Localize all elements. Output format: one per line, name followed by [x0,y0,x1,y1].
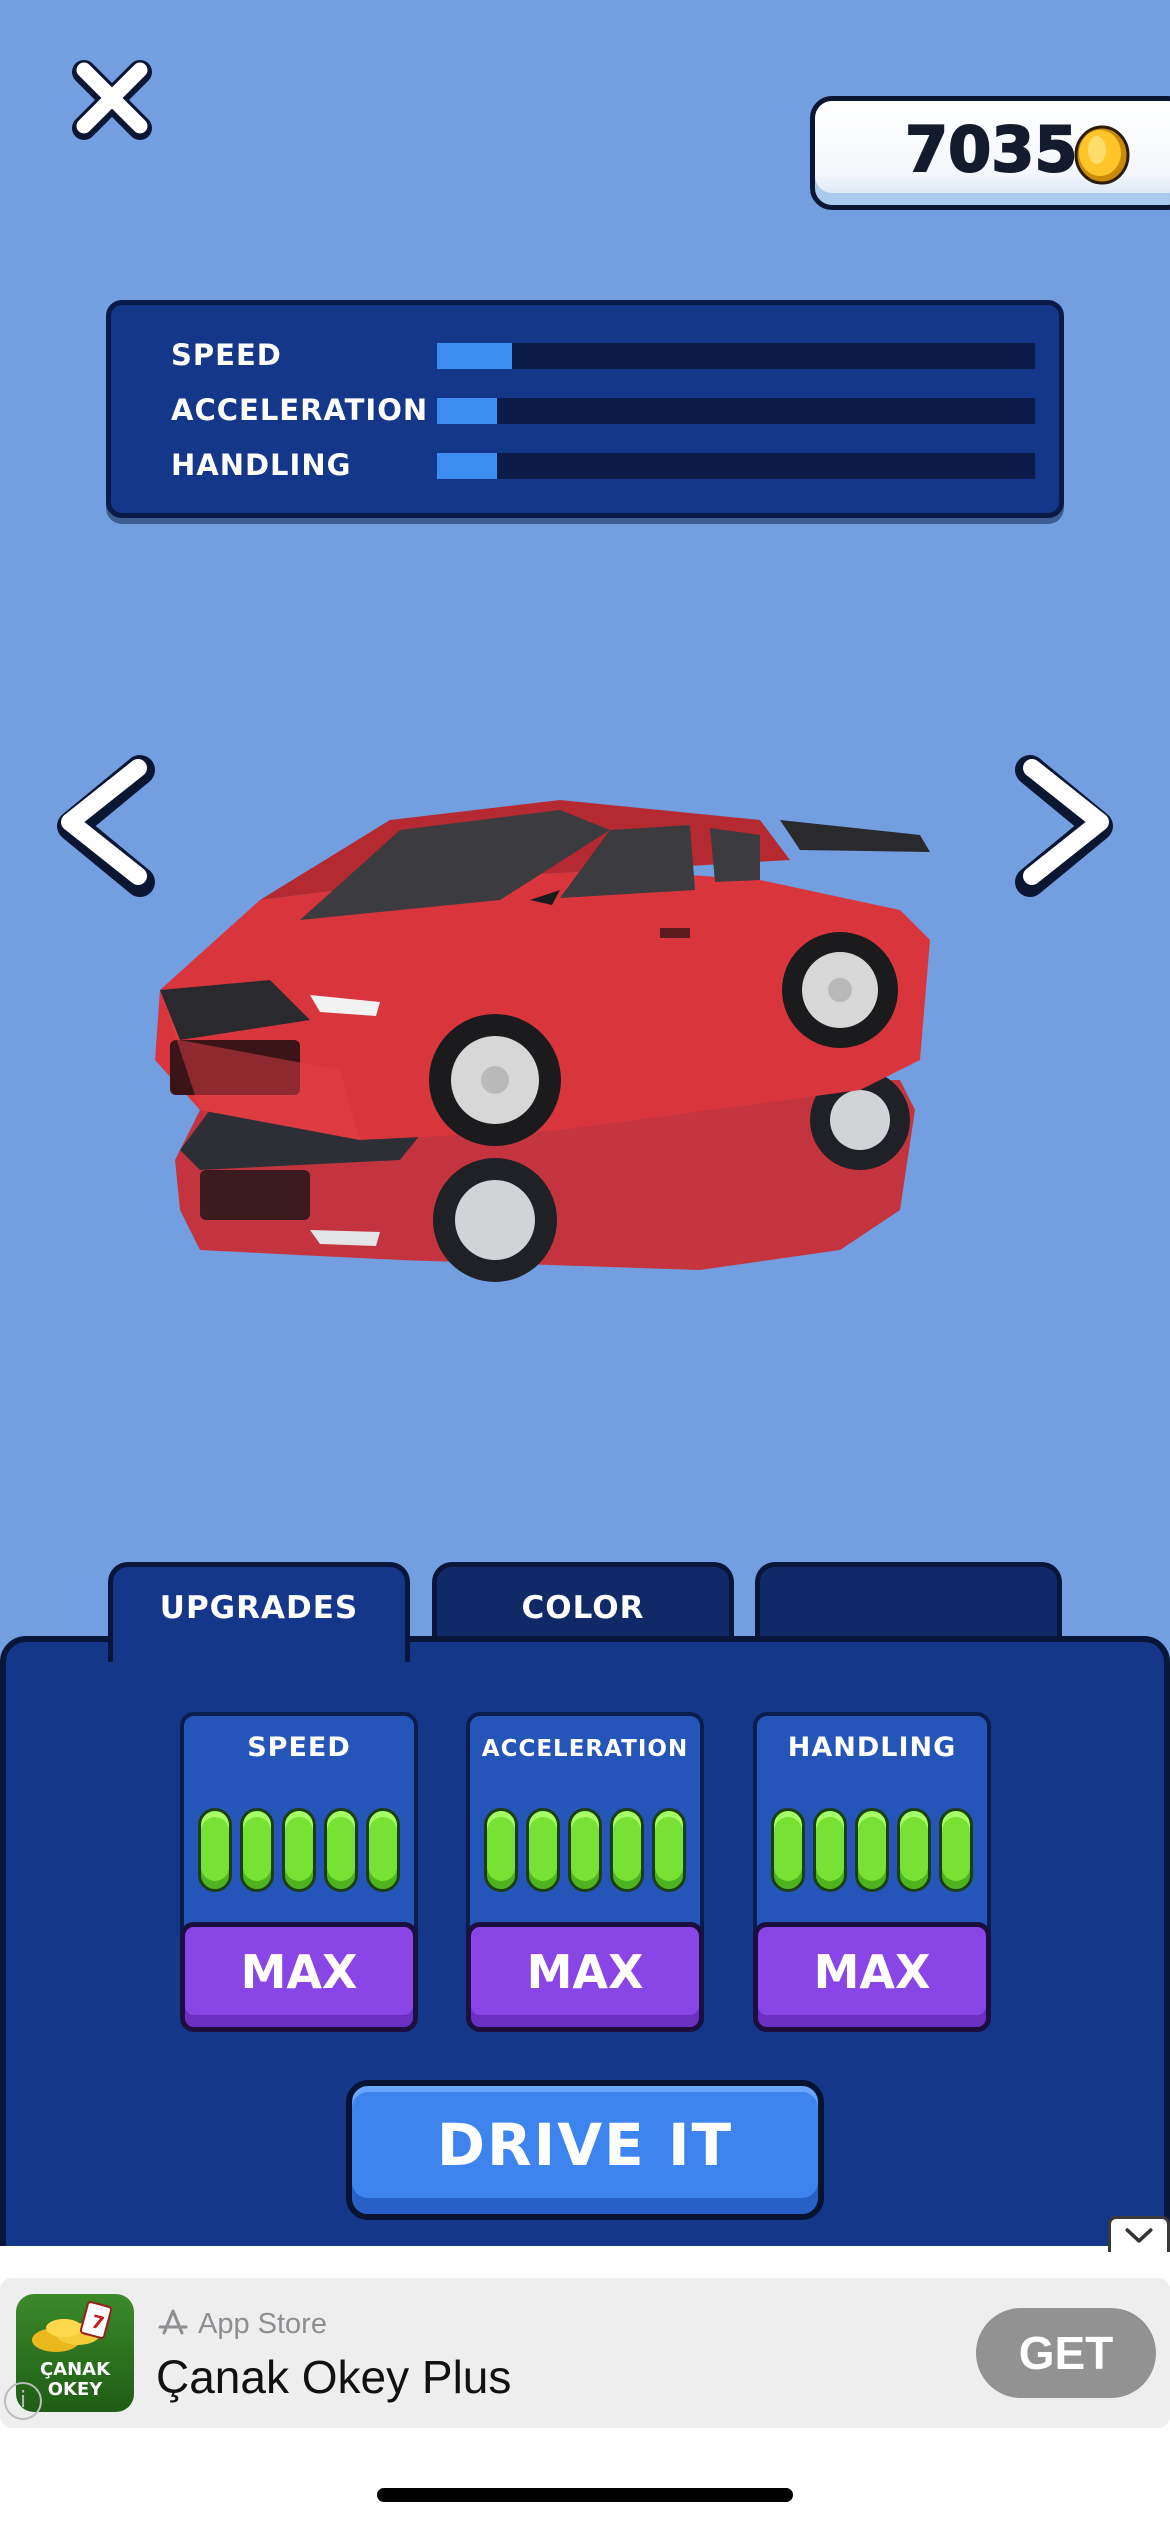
max-button-acceleration[interactable]: MAX [466,1922,704,2032]
get-button[interactable]: GET [976,2308,1156,2398]
ad-info-icon[interactable]: i [4,2382,42,2420]
stat-bar-fill [437,453,497,479]
ad-banner[interactable]: 7 ÇANAK OKEY App Store Çanak Okey Plus G… [0,2278,1170,2428]
level-pip [939,1808,973,1892]
stat-row-speed: SPEED [171,335,1035,375]
level-pip [240,1808,274,1892]
home-indicator[interactable] [377,2488,793,2502]
ad-title: Çanak Okey Plus [156,2351,512,2403]
chevron-right-icon[interactable] [1010,750,1120,900]
stat-bar-fill [437,343,512,369]
stat-label: HANDLING [171,448,352,482]
stat-bar-track [437,398,1035,424]
level-pip [652,1808,686,1892]
upgrade-level-pips [484,1808,694,1892]
level-pip [897,1808,931,1892]
tab-upgrades[interactable]: UPGRADES [108,1562,410,1662]
level-pip [855,1808,889,1892]
coin-pile-icon: 7 [32,2301,113,2352]
car-body [155,800,930,1146]
level-pip [568,1808,602,1892]
chevron-down-icon[interactable] [1108,2216,1170,2252]
stat-row-acceleration: ACCELERATION [171,390,1035,430]
car-stats-panel: SPEED ACCELERATION HANDLING [106,300,1064,518]
upgrade-level-pips [771,1808,981,1892]
level-pip [198,1808,232,1892]
ad-store-row: App Store [156,2306,327,2342]
level-pip [526,1808,560,1892]
card-header: ACCELERATION [466,1712,704,1934]
stat-label: SPEED [171,338,282,372]
level-pip [610,1808,644,1892]
level-pip [282,1808,316,1892]
stat-row-handling: HANDLING [171,445,1035,485]
ad-store-label: App Store [198,2308,327,2340]
max-button-handling[interactable]: MAX [753,1922,991,2032]
gold-coin-icon [1074,125,1130,185]
stat-bar-track [437,343,1035,369]
stat-bar-track [437,453,1035,479]
upgrade-level-pips [198,1808,408,1892]
coin-count: 7035 [904,112,1079,187]
upgrade-card-acceleration: ACCELERATION MAX [466,1712,704,2032]
app-store-icon [158,2309,188,2335]
upgrade-card-speed: SPEED MAX [180,1712,418,2032]
card-title: SPEED [247,1732,351,1763]
level-pip [813,1808,847,1892]
stat-bar-fill [437,398,497,424]
level-pip [324,1808,358,1892]
stat-label: ACCELERATION [171,393,429,427]
coin-balance: 7035 [810,96,1170,210]
card-title: HANDLING [787,1732,957,1763]
max-button-speed[interactable]: MAX [180,1922,418,2032]
card-header: HANDLING [753,1712,991,1934]
car-preview[interactable] [140,780,960,1350]
level-pip [771,1808,805,1892]
card-title: ACCELERATION [481,1736,689,1762]
card-header: SPEED [180,1712,418,1934]
level-pip [484,1808,518,1892]
drive-it-button[interactable]: DRIVE IT [346,2080,824,2220]
upgrade-card-handling: HANDLING MAX [753,1712,991,2032]
level-pip [366,1808,400,1892]
close-icon[interactable] [62,50,162,150]
